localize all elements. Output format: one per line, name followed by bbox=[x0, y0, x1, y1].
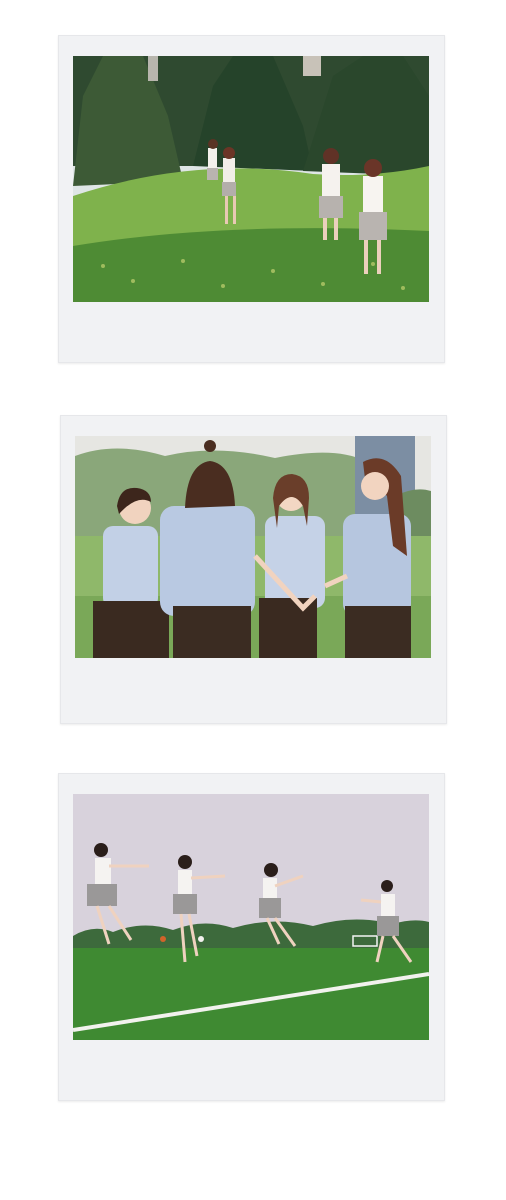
photo-girls-walking-on-hill bbox=[73, 56, 429, 302]
photo-girls-holding-hands bbox=[75, 436, 431, 658]
polaroid-frame-3 bbox=[58, 773, 445, 1101]
polaroid-frame-1 bbox=[58, 35, 445, 363]
photo-girls-on-field bbox=[73, 794, 429, 1040]
polaroid-frame-2 bbox=[60, 415, 447, 724]
